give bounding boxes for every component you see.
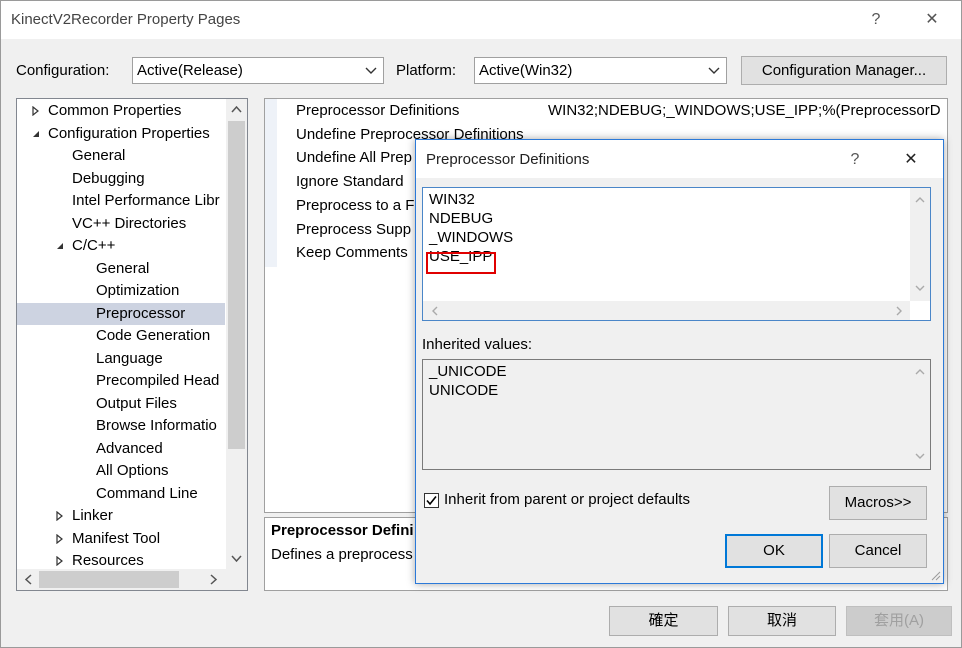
chevron-down-icon [708, 67, 720, 74]
inherited-vertical-scrollbar[interactable] [910, 360, 930, 469]
description-title: Preprocessor Defini [271, 522, 414, 539]
checkmark-icon [426, 496, 437, 506]
close-button[interactable]: ✕ [921, 9, 943, 31]
inherited-line: UNICODE [429, 382, 499, 399]
property-name: Preprocess to a F [296, 196, 415, 214]
definition-line: _WINDOWS [429, 229, 514, 246]
scroll-thumb[interactable] [228, 121, 245, 449]
dialog-ok-button[interactable]: OK [725, 534, 823, 568]
tree-item-label: C/C++ [72, 237, 116, 254]
property-value: WIN32;NDEBUG;_WINDOWS;USE_IPP;%(Preproce… [548, 102, 941, 119]
resize-grip-icon[interactable] [929, 569, 941, 581]
chevron-right-icon[interactable] [207, 573, 220, 586]
tree-item-label: Common Properties [48, 102, 182, 119]
chevron-up-icon[interactable] [914, 366, 926, 378]
textarea-vertical-scrollbar[interactable] [910, 188, 930, 301]
tree-item-label: All Options [96, 462, 169, 479]
property-pages-window: KinectV2Recorder Property Pages ? ✕ Conf… [0, 0, 962, 648]
annotation-highlight-box [426, 252, 496, 274]
definitions-textarea[interactable]: WIN32 NDEBUG _WINDOWS USE_IPP [422, 187, 931, 321]
definition-line: WIN32 [429, 191, 475, 208]
tree-item[interactable]: Preprocessor [17, 302, 225, 325]
tree-item-label: Configuration Properties [48, 124, 210, 142]
platform-label: Platform: [396, 62, 457, 79]
inherited-values-label: Inherited values: [422, 336, 533, 353]
inherited-values-box: _UNICODE UNICODE [422, 359, 931, 470]
configuration-dropdown[interactable]: Active(Release) [132, 57, 384, 84]
tree-item-label: Linker [72, 507, 113, 524]
chevron-down-icon[interactable] [230, 552, 243, 565]
description-text: Defines a preprocess [271, 546, 413, 563]
window-title: KinectV2Recorder Property Pages [11, 11, 241, 28]
tree-item-label: Command Line [96, 484, 198, 502]
tree-item-label: General [72, 147, 126, 164]
tree-item-label: Optimization [96, 282, 180, 299]
tree-item-label: Intel Performance Libr [72, 192, 220, 209]
tree-item-label: Code Generation [96, 327, 211, 344]
platform-value: Active(Win32) [479, 62, 573, 79]
expand-arrow-icon[interactable] [31, 106, 41, 116]
inherited-line: _UNICODE [429, 363, 507, 380]
macros-button[interactable]: Macros>> [829, 486, 927, 520]
tree-item-label: Browse Informatio [96, 417, 217, 434]
dialog-close-button[interactable]: ✕ [900, 149, 922, 171]
chevron-down-icon[interactable] [914, 450, 926, 462]
collapse-arrow-icon[interactable] [55, 241, 65, 251]
scroll-thumb[interactable] [39, 571, 179, 588]
property-name: Preprocess Supp [296, 220, 412, 238]
tree-item-label: Advanced [96, 439, 163, 457]
tree-vertical-scrollbar[interactable] [226, 99, 247, 569]
collapse-arrow-icon[interactable] [31, 129, 41, 139]
title-bar: KinectV2Recorder Property Pages ? ✕ [1, 1, 961, 39]
tree-horizontal-scrollbar[interactable] [17, 569, 247, 590]
tree-item-label: Language [96, 349, 163, 367]
inherit-checkbox[interactable] [424, 493, 439, 508]
chevron-up-icon[interactable] [230, 103, 243, 116]
chevron-left-icon[interactable] [429, 305, 441, 317]
expand-arrow-icon[interactable] [55, 511, 65, 521]
chevron-up-icon[interactable] [914, 194, 926, 206]
ok-footer-button[interactable]: 確定 [609, 606, 718, 636]
definition-line: NDEBUG [429, 210, 494, 227]
expand-arrow-icon[interactable] [55, 556, 65, 566]
chevron-down-icon[interactable] [914, 282, 926, 294]
tree-item-label: Preprocessor [96, 304, 186, 322]
inherit-checkbox-label[interactable]: Inherit from parent or project defaults [444, 491, 690, 508]
chevron-right-icon[interactable] [893, 305, 905, 317]
help-button[interactable]: ? [865, 9, 887, 31]
platform-dropdown[interactable]: Active(Win32) [474, 57, 727, 84]
configuration-manager-button[interactable]: Configuration Manager... [741, 56, 947, 85]
tree-item-label: Debugging [72, 169, 145, 187]
expand-arrow-icon[interactable] [55, 533, 65, 544]
tree-item-label: Manifest Tool [72, 529, 161, 547]
property-name: Preprocessor Definitions [296, 102, 460, 119]
chevron-down-icon [365, 67, 377, 74]
textarea-horizontal-scrollbar[interactable] [423, 301, 910, 320]
category-tree: Common Properties Configuration Propertie… [16, 98, 248, 591]
tree-item-label: VC++ Directories [72, 214, 187, 232]
property-row[interactable]: Preprocessor Definitions WIN32;NDEBUG;_WI… [265, 99, 947, 122]
cancel-footer-button[interactable]: 取消 [728, 606, 836, 636]
dialog-title: Preprocessor Definitions [426, 151, 590, 168]
property-name: Undefine All Prep [296, 149, 412, 167]
tree-item-label: General [96, 259, 150, 277]
tree-item-label: Precompiled Head [96, 372, 220, 389]
property-name: Ignore Standard [296, 173, 404, 191]
tree-item-label: Output Files [96, 394, 177, 412]
configuration-label: Configuration: [16, 62, 110, 79]
property-name: Keep Comments [296, 244, 408, 262]
configuration-value: Active(Release) [137, 62, 243, 79]
apply-button[interactable]: 套用(A) [846, 606, 952, 636]
dialog-cancel-button[interactable]: Cancel [829, 534, 927, 568]
dialog-help-button[interactable]: ? [844, 149, 866, 171]
dialog-title-bar: Preprocessor Definitions ? ✕ [416, 140, 943, 178]
chevron-left-icon[interactable] [22, 573, 35, 586]
preprocessor-definitions-dialog: Preprocessor Definitions ? ✕ WIN32 NDEBUG… [415, 139, 944, 584]
